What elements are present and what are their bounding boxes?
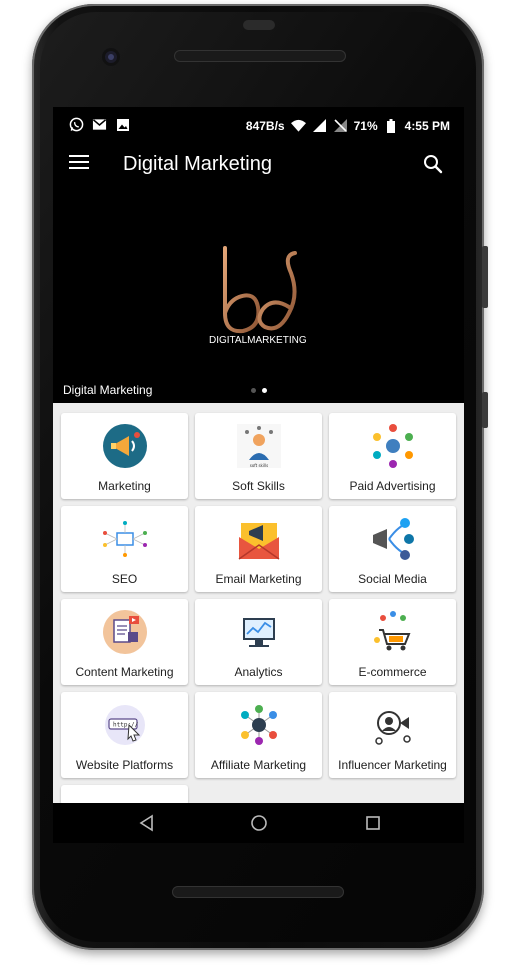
category-card-soft-skills[interactable]: soft skills Soft Skills — [195, 413, 322, 499]
status-bar: 847B/s 71% 4:55 PM — [53, 107, 464, 143]
power-button — [482, 392, 488, 428]
category-card-affiliate-marketing[interactable]: Affiliate Marketing — [195, 692, 322, 778]
social-media-icon — [369, 515, 417, 563]
whatsapp-icon — [69, 117, 84, 132]
carousel-dot[interactable] — [251, 388, 256, 393]
category-card-website-platforms[interactable]: http:// Website Platforms — [61, 692, 188, 778]
category-label: Analytics — [234, 665, 283, 679]
battery-percent: 71% — [353, 118, 378, 133]
category-label: Paid Advertising — [349, 479, 436, 493]
category-card-analytics[interactable]: Analytics — [195, 599, 322, 685]
signal-icon — [312, 118, 327, 133]
category-label: Marketing — [98, 479, 151, 493]
email-megaphone-icon — [235, 515, 283, 563]
signal-off-icon — [333, 118, 348, 133]
clock: 4:55 PM — [404, 118, 450, 133]
recents-square-icon[interactable] — [363, 813, 383, 833]
category-label: Influencer Marketing — [338, 758, 447, 772]
image-icon — [115, 117, 130, 132]
carousel-dot-active[interactable] — [262, 388, 267, 393]
battery-icon — [384, 118, 399, 133]
back-triangle-icon[interactable] — [137, 813, 157, 833]
category-label: Affiliate Marketing — [210, 758, 307, 772]
volume-button — [482, 246, 488, 308]
home-circle-icon[interactable] — [249, 813, 269, 833]
wifi-icon — [290, 118, 306, 133]
search-icon[interactable] — [422, 153, 444, 175]
analytics-monitor-icon — [235, 608, 283, 656]
http-browser-icon: http:// — [101, 701, 149, 749]
category-card-marketing[interactable]: Marketing — [61, 413, 188, 499]
logo-wordmark: DIGITALMARKETING — [209, 335, 307, 346]
influencer-icon — [369, 701, 417, 749]
category-label: SEO — [111, 572, 138, 586]
gmail-icon — [92, 117, 107, 132]
category-label: E-commerce — [358, 665, 427, 679]
category-label: Email Marketing — [215, 572, 302, 586]
category-card-email-marketing[interactable]: Email Marketing — [195, 506, 322, 592]
banner-carousel[interactable]: DIGITALMARKETING Digital Marketing — [53, 187, 464, 403]
category-card-seo[interactable]: SEO — [61, 506, 188, 592]
category-card-e-commerce[interactable]: E-commerce — [329, 599, 456, 685]
page-title: Digital Marketing — [123, 153, 272, 175]
svg-text:http://: http:// — [113, 722, 139, 729]
person-skills-icon: soft skills — [235, 422, 283, 470]
screen: 847B/s 71% 4:55 PM Digital Marketing DIG… — [53, 107, 464, 843]
category-label: Social Media — [358, 572, 427, 586]
category-card-paid-advertising[interactable]: Paid Advertising — [329, 413, 456, 499]
system-nav-bar — [53, 803, 464, 843]
front-camera — [102, 48, 120, 66]
app-bar: Digital Marketing — [53, 143, 464, 187]
shopping-cart-icon — [369, 608, 417, 656]
seo-network-icon — [101, 515, 149, 563]
category-label: Website Platforms — [75, 758, 174, 772]
carousel-indicator — [251, 388, 267, 393]
top-speaker — [174, 50, 346, 62]
hamburger-menu-icon[interactable] — [69, 155, 89, 171]
svg-text:soft skills: soft skills — [250, 463, 269, 468]
bottom-speaker — [172, 886, 344, 898]
category-card-social-media[interactable]: Social Media — [329, 506, 456, 592]
ad-network-icon — [369, 422, 417, 470]
megaphone-icon — [101, 422, 149, 470]
content-icon — [101, 608, 149, 656]
top-sensor — [243, 20, 275, 30]
banner-caption: Digital Marketing — [63, 383, 153, 397]
network-speed: 847B/s — [245, 118, 285, 133]
category-card-partial[interactable] — [61, 785, 188, 805]
affiliate-network-icon — [235, 701, 283, 749]
category-label: Soft Skills — [232, 479, 285, 493]
category-grid: Marketing soft skills Soft Skills Paid A… — [53, 403, 464, 843]
category-card-content-marketing[interactable]: Content Marketing — [61, 599, 188, 685]
category-label: Content Marketing — [75, 665, 174, 679]
category-card-influencer-marketing[interactable]: Influencer Marketing — [329, 692, 456, 778]
